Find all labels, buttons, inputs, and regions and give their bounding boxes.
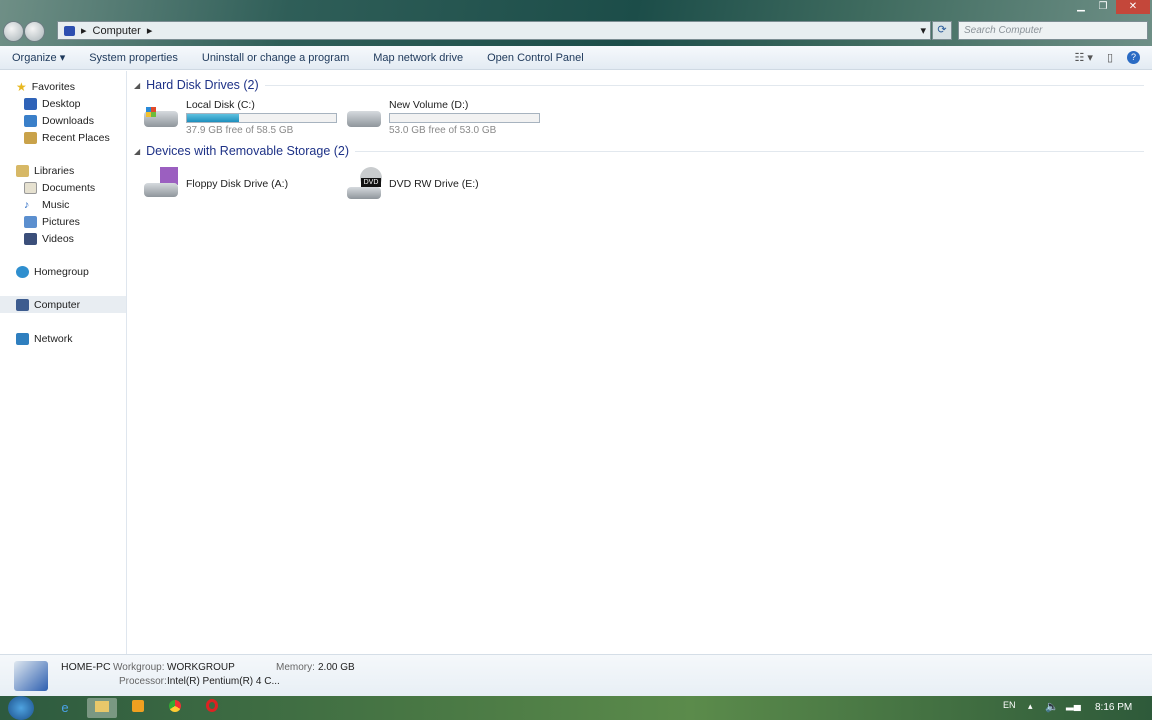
map-network-drive-button[interactable]: Map network drive — [361, 52, 475, 64]
pictures-icon — [24, 215, 37, 228]
sidebar-item-videos[interactable]: Videos — [24, 230, 74, 247]
computer-icon — [64, 25, 75, 36]
uninstall-button[interactable]: Uninstall or change a program — [190, 52, 361, 64]
start-button[interactable] — [8, 696, 34, 720]
recent-places-icon — [24, 131, 37, 144]
drive-floppy-a[interactable]: Floppy Disk Drive (A:) — [142, 167, 288, 201]
show-hidden-icons-icon[interactable]: ▴ — [1028, 701, 1033, 712]
sidebar-item-music[interactable]: ♪ Music — [24, 196, 69, 213]
hard-drive-icon — [345, 99, 383, 133]
navigation-pane: ★ Favorites Desktop Downloads Recent Plac… — [0, 71, 127, 654]
back-button[interactable] — [3, 21, 24, 42]
dvd-drive-icon: DVD — [345, 167, 383, 201]
taskbar: e EN ▴ 🔈 ▂▄ 8:16 PM — [0, 696, 1152, 720]
forward-button[interactable] — [24, 21, 45, 42]
usage-bar — [186, 113, 337, 123]
chrome-icon[interactable] — [164, 698, 186, 718]
chevron-down-icon[interactable]: ▾ — [920, 24, 926, 37]
breadcrumb-computer[interactable]: Computer — [93, 25, 141, 37]
windows-drive-icon — [142, 99, 180, 133]
help-icon[interactable]: ? — [1127, 51, 1140, 64]
pc-name: HOME-PC — [61, 661, 111, 673]
homegroup-icon — [16, 265, 29, 278]
sidebar-item-downloads[interactable]: Downloads — [24, 112, 94, 129]
view-options-icon[interactable]: ☷ ▾ — [1074, 51, 1106, 64]
system-properties-button[interactable]: System properties — [77, 52, 190, 64]
sidebar-item-libraries[interactable]: Libraries — [16, 162, 74, 179]
content-pane: ◢ Hard Disk Drives (2) Local Disk (C:) 37… — [128, 71, 1152, 654]
processor-value: Intel(R) Pentium(R) 4 C... — [167, 676, 280, 687]
libraries-icon — [16, 164, 29, 177]
drive-new-volume-d[interactable]: New Volume (D:) 53.0 GB free of 53.0 GB — [345, 99, 540, 136]
drive-dvd-rw-e[interactable]: DVD DVD RW Drive (E:) — [345, 167, 479, 201]
sidebar-item-network[interactable]: Network — [16, 330, 73, 347]
breadcrumb-separator-icon[interactable]: ▸ — [147, 24, 153, 37]
title-bar: ▸ Computer ▸ ▾ ⟳ Search Computer ▁ ❐ ✕ — [0, 0, 1152, 46]
collapse-icon[interactable]: ◢ — [134, 147, 140, 156]
sidebar-item-documents[interactable]: Documents — [24, 179, 95, 196]
close-button[interactable]: ✕ — [1116, 0, 1150, 14]
videos-icon — [24, 232, 37, 245]
sidebar-item-pictures[interactable]: Pictures — [24, 213, 80, 230]
floppy-drive-icon — [142, 167, 180, 201]
sidebar-item-recent-places[interactable]: Recent Places — [24, 129, 110, 146]
group-header-removable-storage[interactable]: ◢ Devices with Removable Storage (2) — [134, 144, 1144, 158]
memory-value: 2.00 GB — [318, 662, 355, 673]
collapse-icon[interactable]: ◢ — [134, 81, 140, 90]
documents-icon — [24, 181, 37, 194]
drive-local-disk-c[interactable]: Local Disk (C:) 37.9 GB free of 58.5 GB — [142, 99, 337, 136]
breadcrumb-separator-icon: ▸ — [81, 25, 87, 37]
sidebar-item-favorites[interactable]: ★ Favorites — [16, 78, 75, 95]
sidebar-item-homegroup[interactable]: Homegroup — [16, 263, 89, 280]
preview-pane-icon[interactable]: ▯ — [1107, 51, 1127, 64]
usage-bar — [389, 113, 540, 123]
network-signal-icon[interactable]: ▂▄ — [1066, 700, 1081, 711]
sidebar-item-computer[interactable]: Computer — [0, 296, 126, 313]
computer-icon — [16, 298, 29, 311]
clock[interactable]: 8:16 PM — [1095, 702, 1132, 713]
opera-icon[interactable] — [201, 698, 223, 718]
desktop-icon — [24, 97, 37, 110]
group-header-hard-disk-drives[interactable]: ◢ Hard Disk Drives (2) — [134, 78, 1144, 92]
star-icon: ★ — [16, 79, 27, 94]
open-control-panel-button[interactable]: Open Control Panel — [475, 52, 596, 64]
address-bar[interactable]: ▸ Computer ▸ ▾ — [57, 21, 931, 40]
command-bar: Organize ▾ System properties Uninstall o… — [0, 46, 1152, 70]
network-icon — [16, 332, 29, 345]
refresh-button[interactable]: ⟳ — [932, 21, 952, 40]
computer-icon — [14, 661, 48, 691]
maximize-button[interactable]: ❐ — [1090, 0, 1116, 14]
music-icon: ♪ — [24, 198, 30, 211]
windows-explorer-icon[interactable] — [87, 698, 117, 718]
downloads-icon — [24, 114, 37, 127]
media-player-icon[interactable] — [127, 698, 149, 718]
internet-explorer-icon[interactable]: e — [54, 698, 76, 718]
details-pane: HOME-PC Workgroup: WORKGROUP Memory: 2.0… — [0, 654, 1152, 696]
organize-button[interactable]: Organize ▾ — [0, 51, 77, 64]
search-input[interactable]: Search Computer — [958, 21, 1148, 40]
volume-icon[interactable]: 🔈 — [1045, 700, 1059, 713]
workgroup-value: WORKGROUP — [167, 662, 235, 673]
language-indicator[interactable]: EN — [1003, 700, 1016, 710]
sidebar-item-desktop[interactable]: Desktop — [24, 95, 81, 112]
